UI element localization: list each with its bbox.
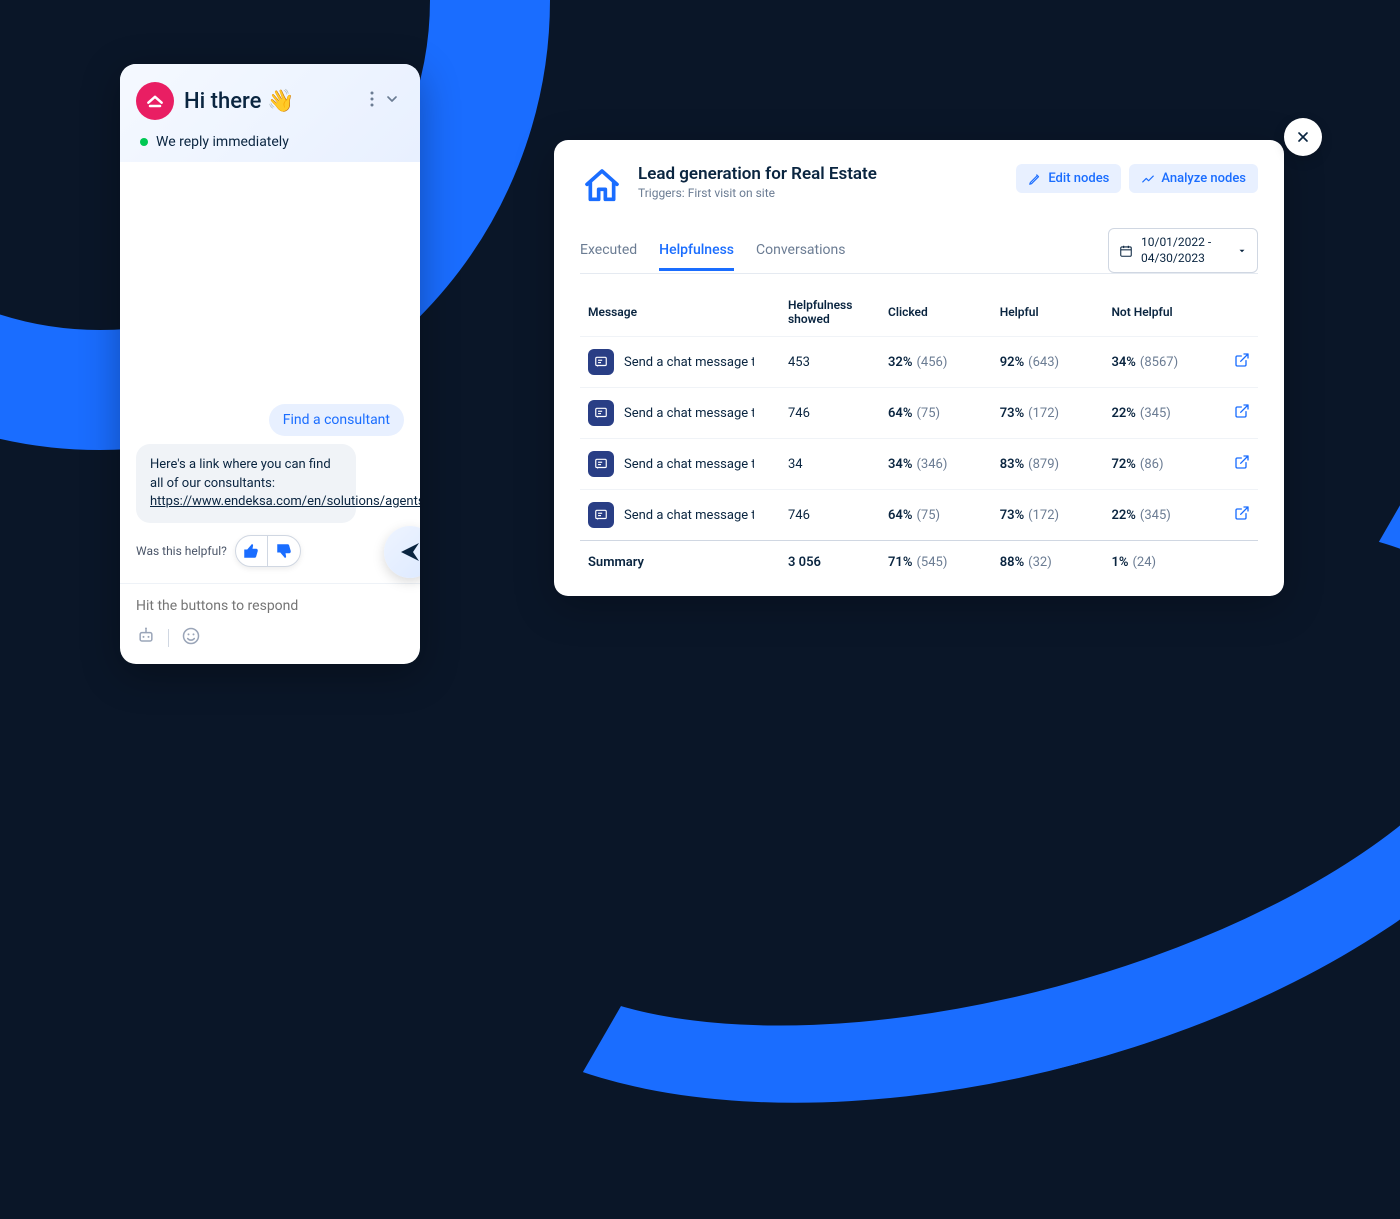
col-message: Message xyxy=(580,284,780,337)
row-helpful-cnt: (643) xyxy=(1028,355,1059,370)
chat-widget: Hi there 👋 We reply immediately Find a c… xyxy=(120,64,420,664)
tab-conversations[interactable]: Conversations xyxy=(756,232,845,271)
summary-helpful-cnt: (32) xyxy=(1028,555,1052,570)
row-showed: 34 xyxy=(780,439,880,490)
dashboard-panel: Lead generation for Real Estate Triggers… xyxy=(554,140,1284,596)
row-helpful-pct: 83% xyxy=(1000,457,1024,472)
chat-body: Find a consultant Here's a link where yo… xyxy=(120,162,420,583)
thumbs-up-button[interactable] xyxy=(236,536,268,566)
col-clicked: Clicked xyxy=(880,284,992,337)
helpfulness-table: Message Helpfulness showed Clicked Helpf… xyxy=(580,284,1258,584)
row-clicked-pct: 34% xyxy=(888,457,912,472)
row-not-pct: 72% xyxy=(1111,457,1135,472)
chat-status: We reply immediately xyxy=(136,134,404,150)
row-message: Send a chat message to xyxy=(624,355,754,370)
table-row: Send a chat message to 746 64% (75) 73% (172)… xyxy=(580,388,1258,439)
bot-icon[interactable] xyxy=(136,626,156,650)
row-helpful-cnt: (879) xyxy=(1028,457,1059,472)
row-helpful-pct: 73% xyxy=(1000,406,1024,421)
summary-row: Summary3 056 71% (545) 88% (32) 1% (24) xyxy=(580,541,1258,585)
row-helpful-pct: 73% xyxy=(1000,508,1024,523)
row-not-cnt: (8567) xyxy=(1140,355,1178,370)
edit-nodes-button[interactable]: Edit nodes xyxy=(1016,164,1121,193)
row-message: Send a chat message to xyxy=(624,508,754,523)
open-row-icon[interactable] xyxy=(1234,459,1250,474)
tab-executed[interactable]: Executed xyxy=(580,232,637,271)
row-not-cnt: (86) xyxy=(1140,457,1164,472)
emoji-icon[interactable] xyxy=(181,626,201,650)
col-not-helpful: Not Helpful xyxy=(1103,284,1226,337)
chat-message-icon xyxy=(588,400,614,426)
feedback-question: Was this helpful? xyxy=(136,544,227,558)
summary-clicked-pct: 71% xyxy=(888,555,912,570)
row-showed: 746 xyxy=(780,388,880,439)
tab-helpfulness[interactable]: Helpfulness xyxy=(659,232,734,271)
row-clicked-cnt: (75) xyxy=(916,406,940,421)
open-row-icon[interactable] xyxy=(1234,408,1250,423)
date-range-picker[interactable]: 10/01/2022 - 04/30/2023 xyxy=(1108,228,1258,273)
thumbs-down-button[interactable] xyxy=(268,536,300,566)
dashboard-title: Lead generation for Real Estate xyxy=(638,164,1002,184)
col-helpful: Helpful xyxy=(992,284,1104,337)
summary-not-cnt: (24) xyxy=(1132,555,1156,570)
row-showed: 453 xyxy=(780,337,880,388)
row-clicked-cnt: (346) xyxy=(916,457,947,472)
status-dot-icon xyxy=(140,138,148,146)
row-helpful-pct: 92% xyxy=(1000,355,1024,370)
calendar-icon xyxy=(1119,244,1133,258)
chevron-down-icon[interactable] xyxy=(380,87,404,115)
bot-link[interactable]: https://www.endeksa.com/en/solutions/age… xyxy=(150,494,420,509)
row-not-cnt: (345) xyxy=(1140,406,1171,421)
row-not-pct: 34% xyxy=(1111,355,1135,370)
dashboard-subtitle: Triggers: First visit on site xyxy=(638,186,1002,200)
dropdown-caret-icon xyxy=(1237,246,1247,256)
row-helpful-cnt: (172) xyxy=(1028,508,1059,523)
row-helpful-cnt: (172) xyxy=(1028,406,1059,421)
table-row: Send a chat message to 453 32% (456) 92% (643… xyxy=(580,337,1258,388)
row-not-cnt: (345) xyxy=(1140,508,1171,523)
chat-message-icon xyxy=(588,502,614,528)
open-row-icon[interactable] xyxy=(1234,357,1250,372)
bot-message: Here's a link where you can find all of … xyxy=(136,444,356,523)
row-showed: 746 xyxy=(780,490,880,541)
summary-clicked-cnt: (545) xyxy=(916,555,947,570)
row-clicked-pct: 64% xyxy=(888,406,912,421)
row-message: Send a chat message to xyxy=(624,457,754,472)
more-icon[interactable] xyxy=(366,87,378,115)
chat-header: Hi there 👋 We reply immediately xyxy=(120,64,420,162)
table-row: Send a chat message to 34 34% (346) 83% (879)… xyxy=(580,439,1258,490)
analyze-nodes-button[interactable]: Analyze nodes xyxy=(1129,164,1258,193)
summary-showed: 3 056 xyxy=(780,541,880,585)
summary-helpful-pct: 88% xyxy=(1000,555,1024,570)
house-icon xyxy=(580,164,624,208)
row-clicked-cnt: (75) xyxy=(916,508,940,523)
chat-logo xyxy=(136,82,174,120)
chat-input[interactable] xyxy=(136,598,404,614)
row-message: Send a chat message to xyxy=(624,406,754,421)
chat-footer xyxy=(120,583,420,664)
wave-emoji: 👋 xyxy=(267,89,294,114)
table-row: Send a chat message to 746 64% (75) 73% (172)… xyxy=(580,490,1258,541)
row-not-pct: 22% xyxy=(1111,508,1135,523)
row-clicked-pct: 64% xyxy=(888,508,912,523)
col-helpfulness-showed: Helpfulness showed xyxy=(780,284,880,337)
row-clicked-pct: 32% xyxy=(888,355,912,370)
row-not-pct: 22% xyxy=(1111,406,1135,421)
open-row-icon[interactable] xyxy=(1234,510,1250,525)
summary-label: Summary xyxy=(580,541,780,585)
chat-message-icon xyxy=(588,451,614,477)
user-message: Find a consultant xyxy=(269,404,404,436)
chat-message-icon xyxy=(588,349,614,375)
chat-title: Hi there 👋 xyxy=(184,89,356,114)
close-button[interactable] xyxy=(1284,118,1322,156)
summary-not-pct: 1% xyxy=(1111,555,1128,570)
row-clicked-cnt: (456) xyxy=(916,355,947,370)
